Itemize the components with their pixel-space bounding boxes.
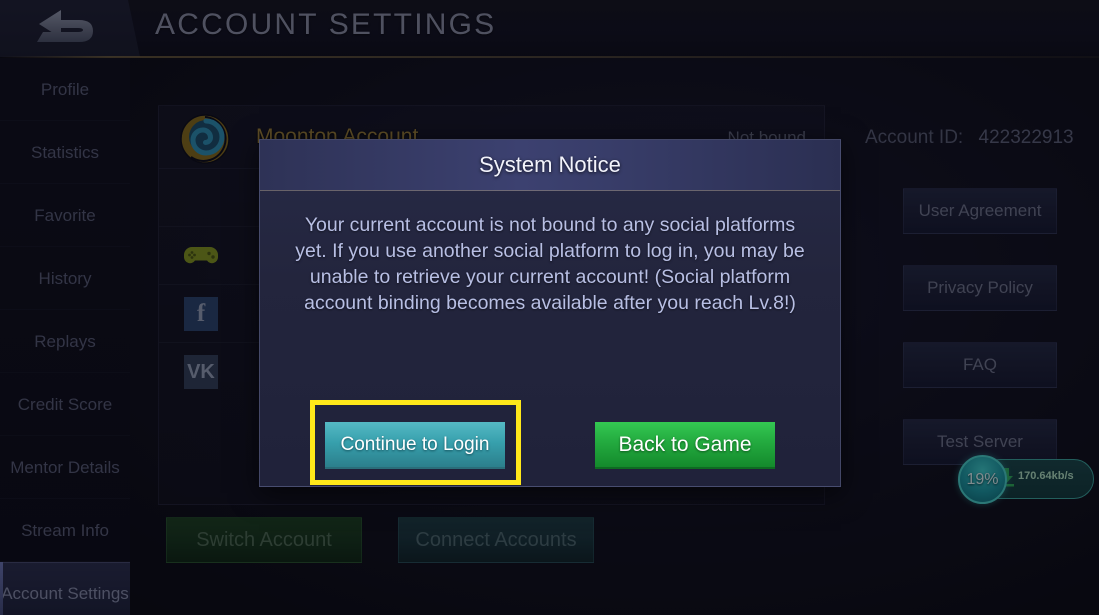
back-to-game-button[interactable]: Back to Game bbox=[595, 422, 775, 469]
dialog-header: System Notice bbox=[260, 140, 840, 191]
account-settings-screen: ACCOUNT SETTINGS Profile Statistics Favori… bbox=[0, 0, 1099, 615]
focus-highlight-box bbox=[310, 400, 521, 485]
dialog-title: System Notice bbox=[479, 152, 621, 177]
dialog-message: Your current account is not bound to any… bbox=[295, 214, 805, 314]
